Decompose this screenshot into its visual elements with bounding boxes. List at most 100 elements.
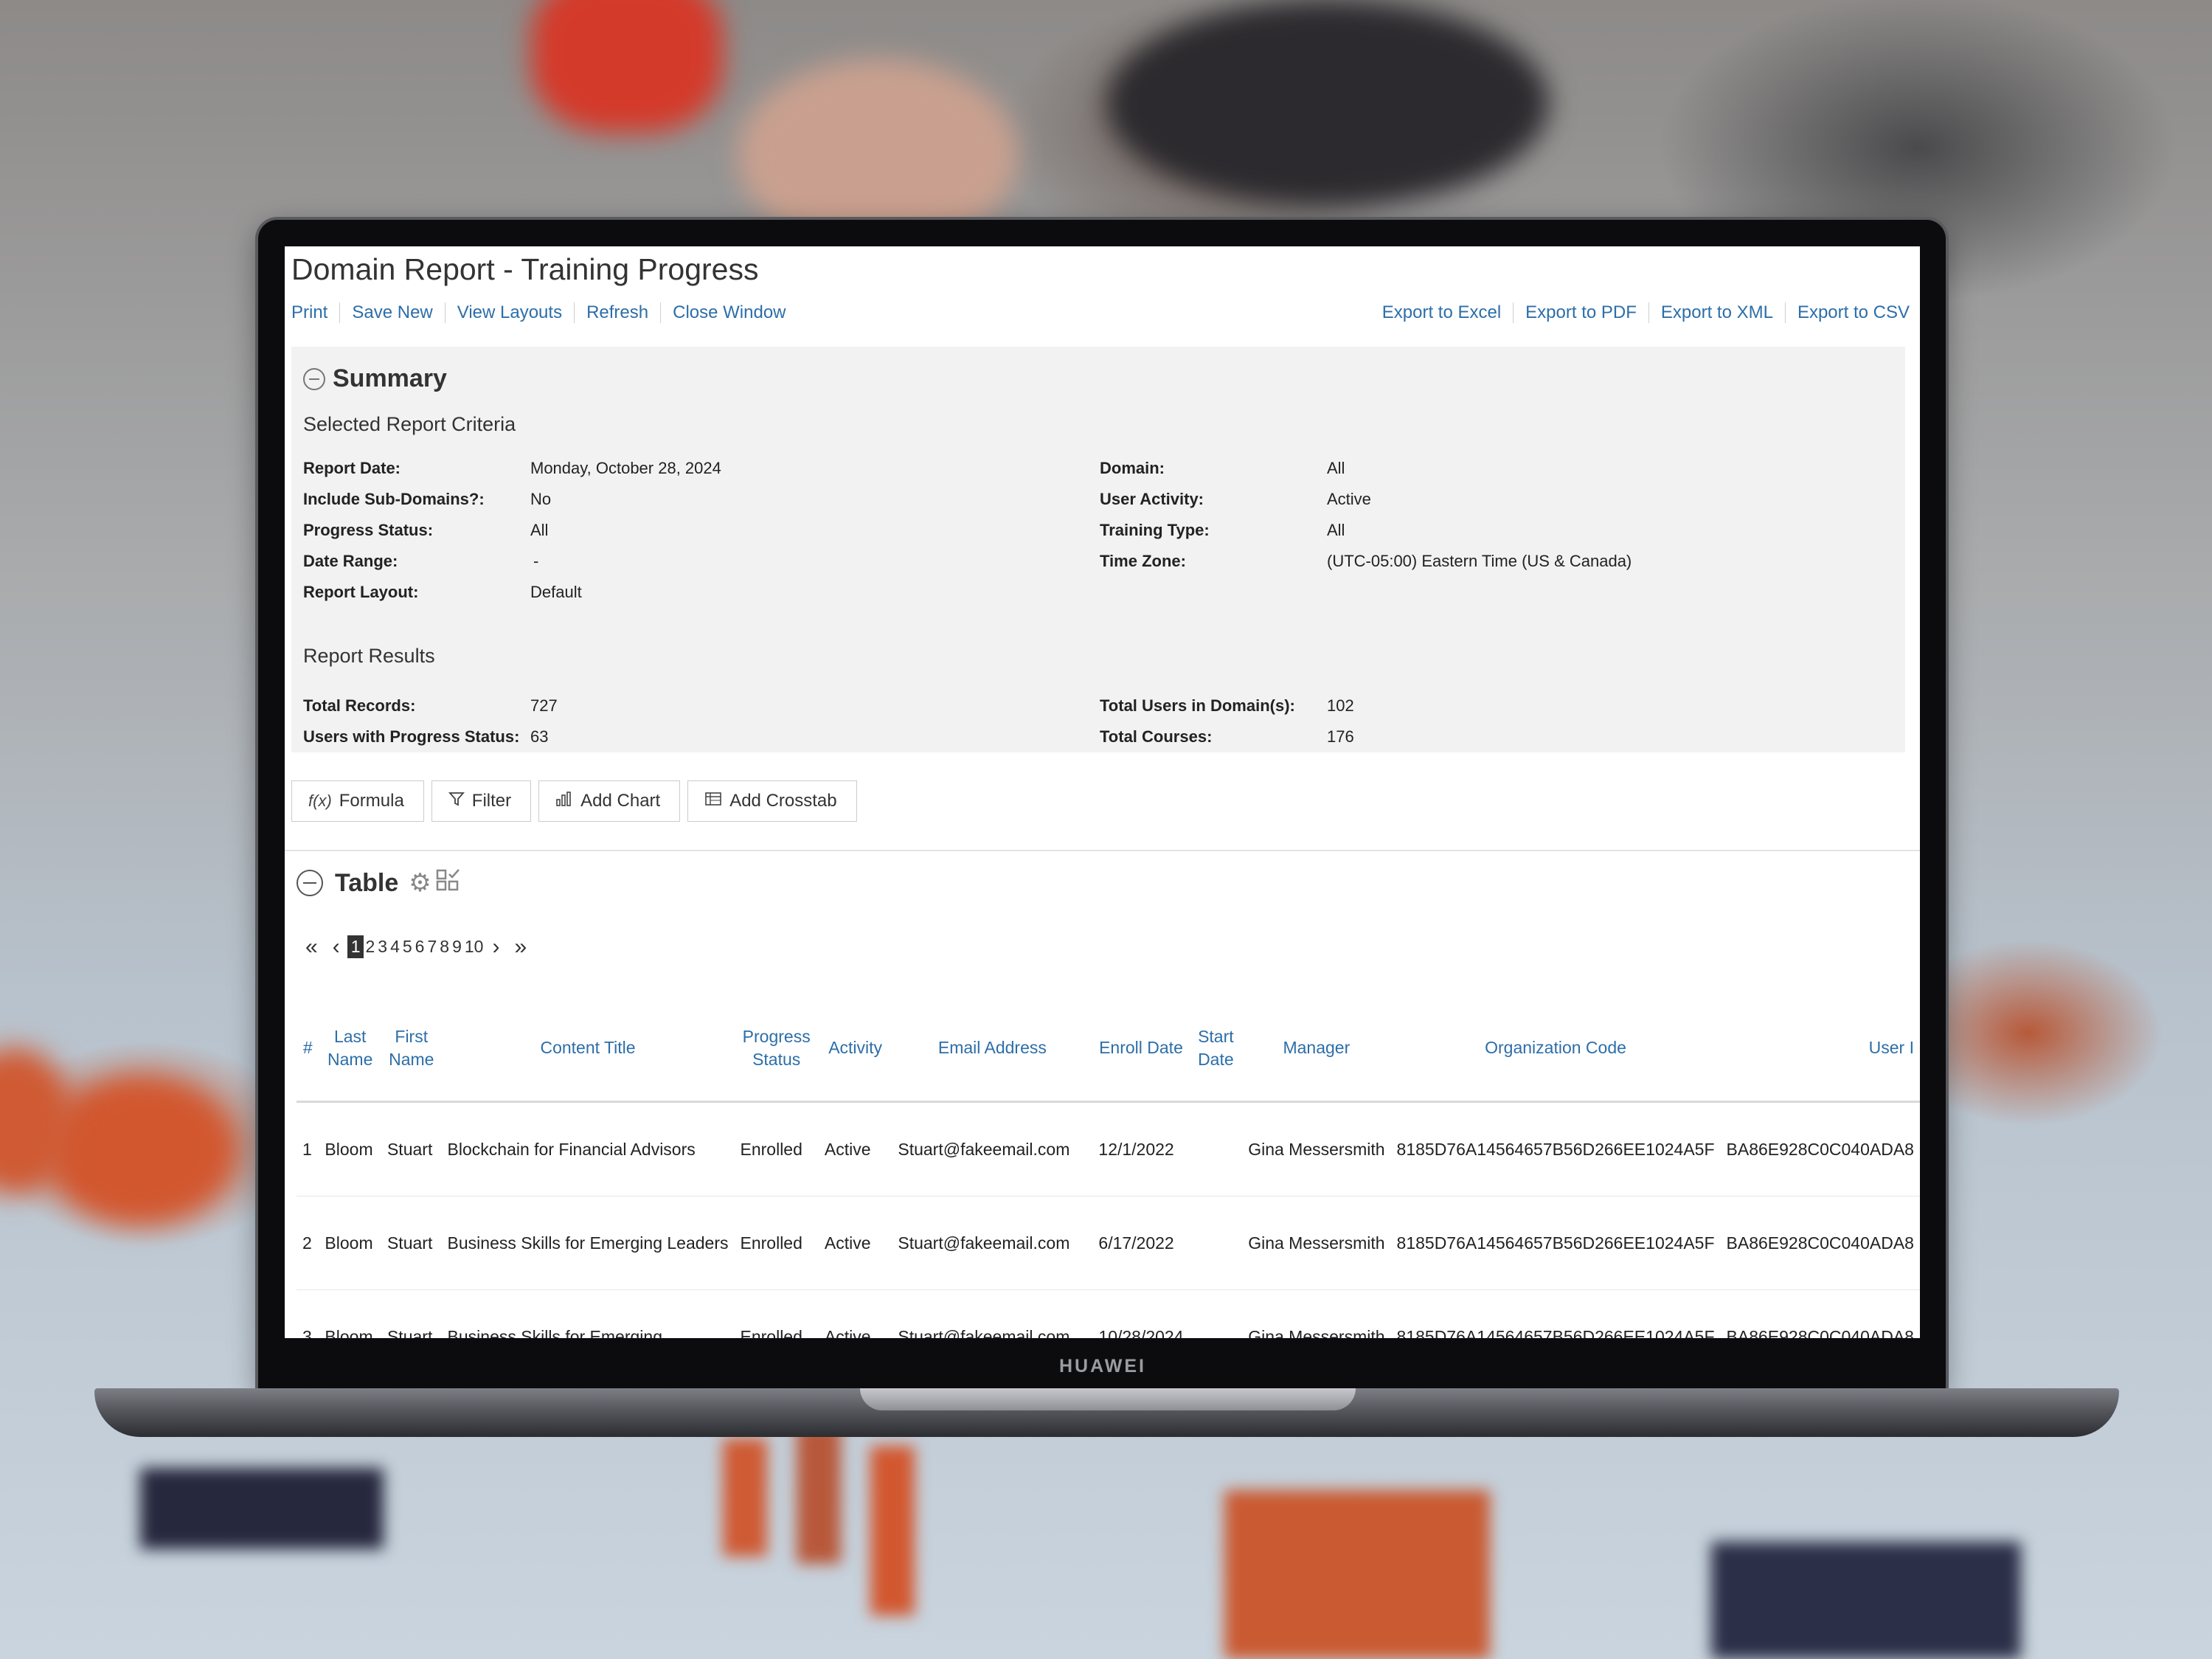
background-bar-5 (1711, 1542, 2021, 1659)
cell-number: 1 (297, 1101, 319, 1196)
criteria-label: Progress Status: (303, 521, 434, 539)
col-header-first-name[interactable]: First Name (381, 996, 442, 1103)
page-link[interactable]: 10 (463, 937, 485, 957)
table-collapse-icon[interactable] (297, 870, 323, 896)
result-label: Total Records: (303, 696, 416, 715)
add-chart-button[interactable]: Add Chart (538, 780, 681, 822)
cell-manager: Gina Messersmith (1242, 1289, 1391, 1338)
close-window-link[interactable]: Close Window (660, 302, 797, 323)
page-link[interactable]: 1 (347, 935, 364, 958)
print-link[interactable]: Print (291, 302, 339, 323)
page-link[interactable]: 7 (426, 937, 438, 957)
cell-progress-status: Enrolled (734, 1289, 819, 1338)
cell-start-date (1189, 1101, 1243, 1196)
page-link[interactable]: 9 (451, 937, 463, 957)
col-header-content-title[interactable]: Content Title (441, 996, 735, 1103)
page-link[interactable]: 2 (364, 937, 376, 957)
col-header-progress-status[interactable]: Progress Status (734, 996, 819, 1103)
result-label: Users with Progress Status: (303, 727, 520, 746)
add-crosstab-button[interactable]: Add Crosstab (687, 780, 857, 822)
cell-user-id: BA86E928C0C040ADA8 (1720, 1101, 1920, 1196)
save-new-link[interactable]: Save New (339, 302, 444, 323)
bar-chart-icon (555, 791, 573, 811)
cell-progress-status: Enrolled (734, 1101, 819, 1196)
background-marker-cap (531, 0, 723, 133)
criteria-value: - (533, 552, 539, 570)
background-bar-3 (870, 1446, 915, 1615)
cell-org-code: 8185D76A14564657B56D266EE1024A5F (1390, 1196, 1721, 1290)
table-row[interactable]: 3 Bloom Stuart Business Skills for Emerg… (297, 1289, 1920, 1338)
cell-content-title: Business Skills for Emerging Leaders (441, 1196, 735, 1290)
col-header-start-date[interactable]: Start Date (1189, 996, 1243, 1103)
col-header-activity[interactable]: Activity (818, 996, 892, 1103)
filter-button[interactable]: Filter (431, 780, 532, 822)
criteria-value: Active (1327, 490, 1371, 508)
col-header-org-code[interactable]: Organization Code (1390, 996, 1721, 1103)
cell-manager: Gina Messersmith (1242, 1101, 1391, 1196)
criteria-value: All (530, 521, 549, 539)
criteria-label: Date Range: (303, 552, 398, 570)
results-heading: Report Results (303, 645, 435, 667)
cell-user-id: BA86E928C0C040ADA8 (1720, 1196, 1920, 1290)
page-link[interactable]: 6 (414, 937, 426, 957)
page-link[interactable]: 4 (389, 937, 401, 957)
col-header-last-name[interactable]: Last Name (319, 996, 381, 1103)
last-page-icon[interactable]: » (507, 935, 534, 958)
section-divider (285, 850, 1920, 851)
refresh-link[interactable]: Refresh (574, 302, 660, 323)
criteria-label: Report Layout: (303, 583, 419, 601)
col-header-user-id[interactable]: User I (1720, 996, 1920, 1103)
criteria-value: All (1327, 521, 1345, 539)
formula-icon: f(x) (308, 792, 332, 810)
cell-first-name: Stuart (381, 1196, 442, 1290)
cell-progress-status: Enrolled (734, 1196, 819, 1290)
criteria-heading: Selected Report Criteria (303, 413, 516, 435)
cell-last-name: Bloom (319, 1196, 381, 1290)
gear-icon[interactable]: ⚙ (409, 868, 431, 898)
criteria-label: Include Sub-Domains?: (303, 490, 485, 508)
export-excel-link[interactable]: Export to Excel (1382, 302, 1513, 323)
col-header-number[interactable]: # (297, 996, 319, 1103)
cell-number: 2 (297, 1196, 319, 1290)
col-header-email[interactable]: Email Address (892, 996, 1093, 1103)
background-bar-6 (140, 1468, 384, 1549)
table-heading: Table (335, 868, 399, 897)
export-xml-link[interactable]: Export to XML (1648, 302, 1785, 323)
view-layouts-link[interactable]: View Layouts (444, 302, 574, 323)
criteria-value: Default (530, 583, 582, 601)
export-csv-link[interactable]: Export to CSV (1784, 302, 1910, 323)
table-row[interactable]: 2 Bloom Stuart Business Skills for Emerg… (297, 1196, 1920, 1290)
prev-page-icon[interactable]: ‹ (325, 935, 347, 958)
table-row[interactable]: 1 Bloom Stuart Blockchain for Financial … (297, 1101, 1920, 1196)
cell-email: Stuart@fakeemail.com (892, 1101, 1093, 1196)
criteria-value: Monday, October 28, 2024 (530, 459, 721, 477)
criteria-value: (UTC-05:00) Eastern Time (US & Canada) (1327, 552, 1632, 570)
first-page-icon[interactable]: « (298, 935, 325, 958)
criteria-label: Domain: (1100, 459, 1165, 477)
page-link[interactable]: 8 (438, 937, 451, 957)
cell-activity: Active (818, 1101, 892, 1196)
cell-org-code: 8185D76A14564657B56D266EE1024A5F (1390, 1289, 1721, 1338)
next-page-icon[interactable]: › (485, 935, 507, 958)
column-chooser-icon[interactable] (436, 867, 461, 898)
col-header-enroll-date[interactable]: Enroll Date (1092, 996, 1190, 1103)
cell-last-name: Bloom (319, 1289, 381, 1338)
formula-button[interactable]: f(x) Formula (291, 780, 424, 822)
cell-number: 3 (297, 1289, 319, 1338)
summary-header[interactable]: Summary (303, 364, 447, 393)
cell-first-name: Stuart (381, 1289, 442, 1338)
export-pdf-link[interactable]: Export to PDF (1513, 302, 1648, 323)
page-link[interactable]: 5 (401, 937, 414, 957)
collapse-icon[interactable] (303, 367, 325, 390)
criteria-label: User Activity: (1100, 490, 1204, 508)
cell-enroll-date: 6/17/2022 (1092, 1196, 1190, 1290)
criteria-label: Report Date: (303, 459, 401, 477)
page-link[interactable]: 3 (376, 937, 389, 957)
col-header-manager[interactable]: Manager (1242, 996, 1391, 1103)
action-buttons: f(x) Formula Filter Add Chart Add Crosst… (291, 780, 857, 822)
result-label: Total Courses: (1100, 727, 1213, 746)
summary-panel: Summary Selected Report Criteria Report … (291, 347, 1905, 752)
cell-activity: Active (818, 1196, 892, 1290)
cell-start-date (1189, 1196, 1243, 1290)
background-bar-4 (1224, 1490, 1490, 1659)
